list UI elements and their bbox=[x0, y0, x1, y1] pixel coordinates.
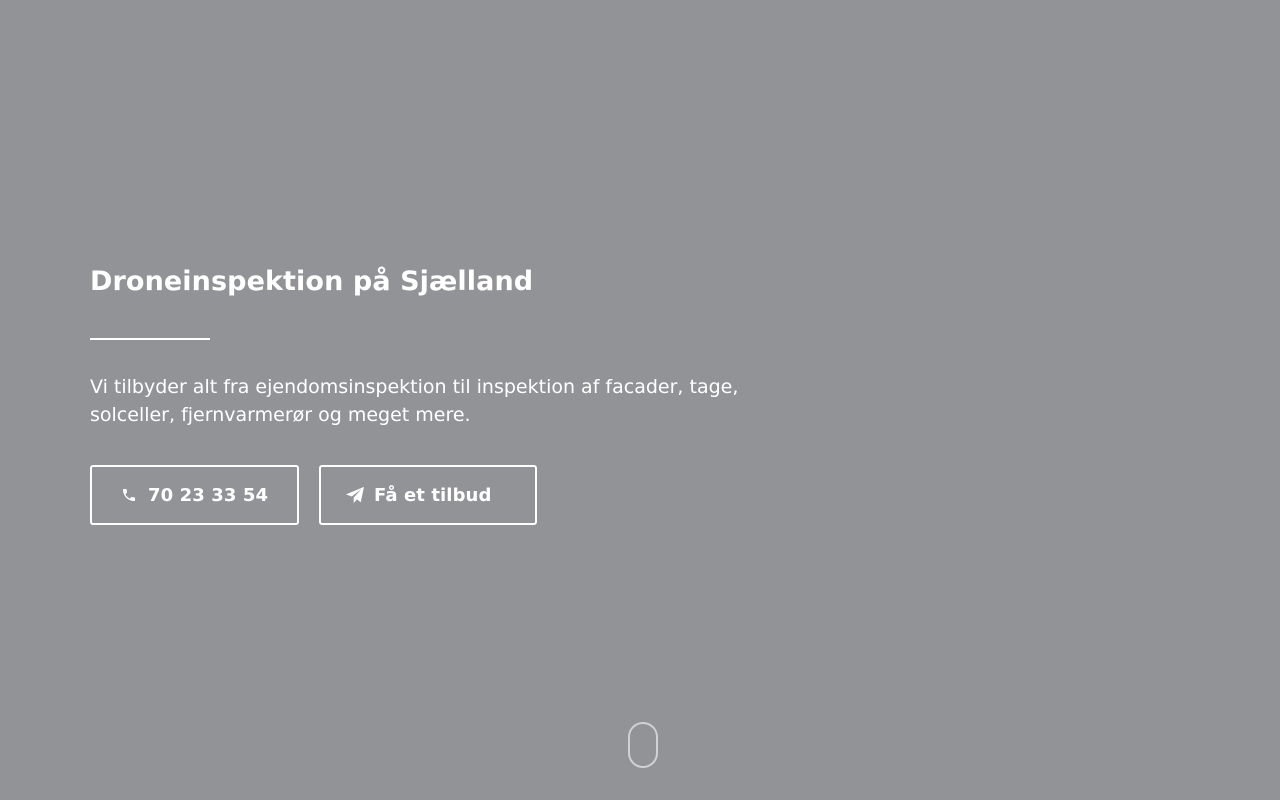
mouse-scroll-icon[interactable] bbox=[628, 722, 658, 768]
title-divider bbox=[90, 338, 210, 340]
quote-button-label: Få et tilbud bbox=[374, 484, 492, 506]
hero-description: Vi tilbyder alt fra ejendomsinspektion t… bbox=[90, 376, 739, 426]
phone-icon bbox=[119, 485, 139, 505]
phone-button-label: 70 23 33 54 bbox=[148, 484, 269, 506]
get-quote-button[interactable]: Få et tilbud bbox=[319, 465, 537, 525]
call-phone-button[interactable]: 70 23 33 54 bbox=[90, 465, 299, 525]
paper-plane-icon bbox=[345, 485, 365, 505]
page-title: Droneinspektion på Sjælland bbox=[90, 266, 534, 297]
hero-section: Droneinspektion på Sjælland Vi tilbyder … bbox=[90, 262, 770, 525]
